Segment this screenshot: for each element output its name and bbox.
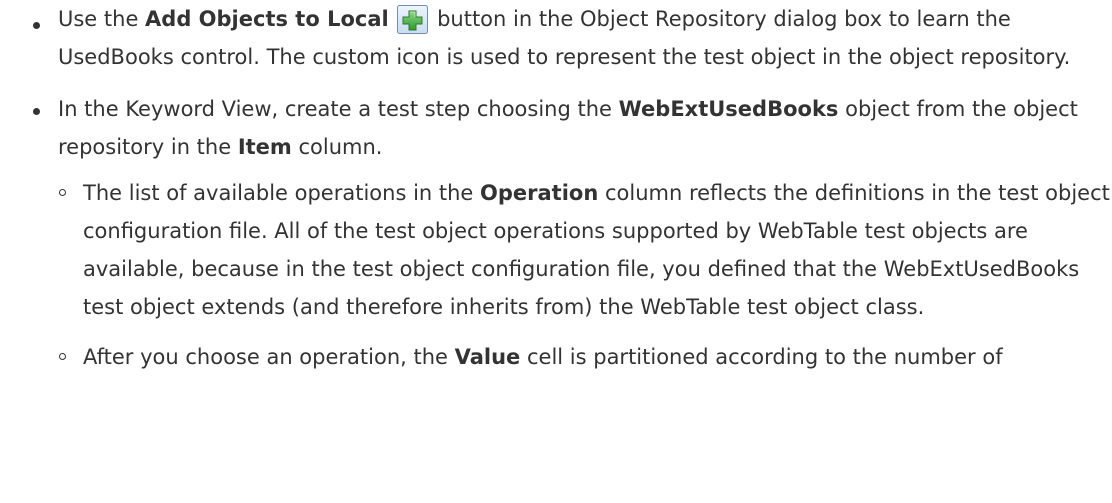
sub-bullet-operations: The list of available operations in the … xyxy=(58,174,1112,326)
document-page: Use the Add Objects to Local button in t… xyxy=(0,0,1112,503)
bullet-text-before: Use the xyxy=(58,7,146,31)
bullet-item-add-objects: Use the Add Objects to Local button in t… xyxy=(0,0,1112,76)
sub-text-part1: The list of available operations in the xyxy=(83,181,481,205)
sub-bullet-list: The list of available operations in the … xyxy=(58,174,1112,376)
bullet-list: Use the Add Objects to Local button in t… xyxy=(0,0,1112,376)
bullet-dot xyxy=(33,22,40,29)
sub-bullet-circle xyxy=(59,189,66,196)
value-label: Value xyxy=(454,345,521,369)
add-objects-plus-icon xyxy=(397,5,429,34)
sub-text-part1: After you choose an operation, the xyxy=(83,345,455,369)
add-objects-label: Add Objects to Local xyxy=(145,7,389,31)
sub-text-part2: cell is partitioned according to the num… xyxy=(520,345,1003,369)
item-label: Item xyxy=(237,135,292,159)
bullet-item-keyword-view: In the Keyword View, create a test step … xyxy=(0,90,1112,376)
sub-bullet-circle xyxy=(59,353,66,360)
bullet-dot xyxy=(33,108,40,115)
bullet-text-part1: In the Keyword View, create a test step … xyxy=(58,97,619,121)
webextusedbooks-label: WebExtUsedBooks xyxy=(618,97,839,121)
operation-label: Operation xyxy=(480,181,599,205)
sub-bullet-value-cell: After you choose an operation, the Value… xyxy=(58,338,1112,376)
bullet-text-part3: column. xyxy=(291,135,383,159)
